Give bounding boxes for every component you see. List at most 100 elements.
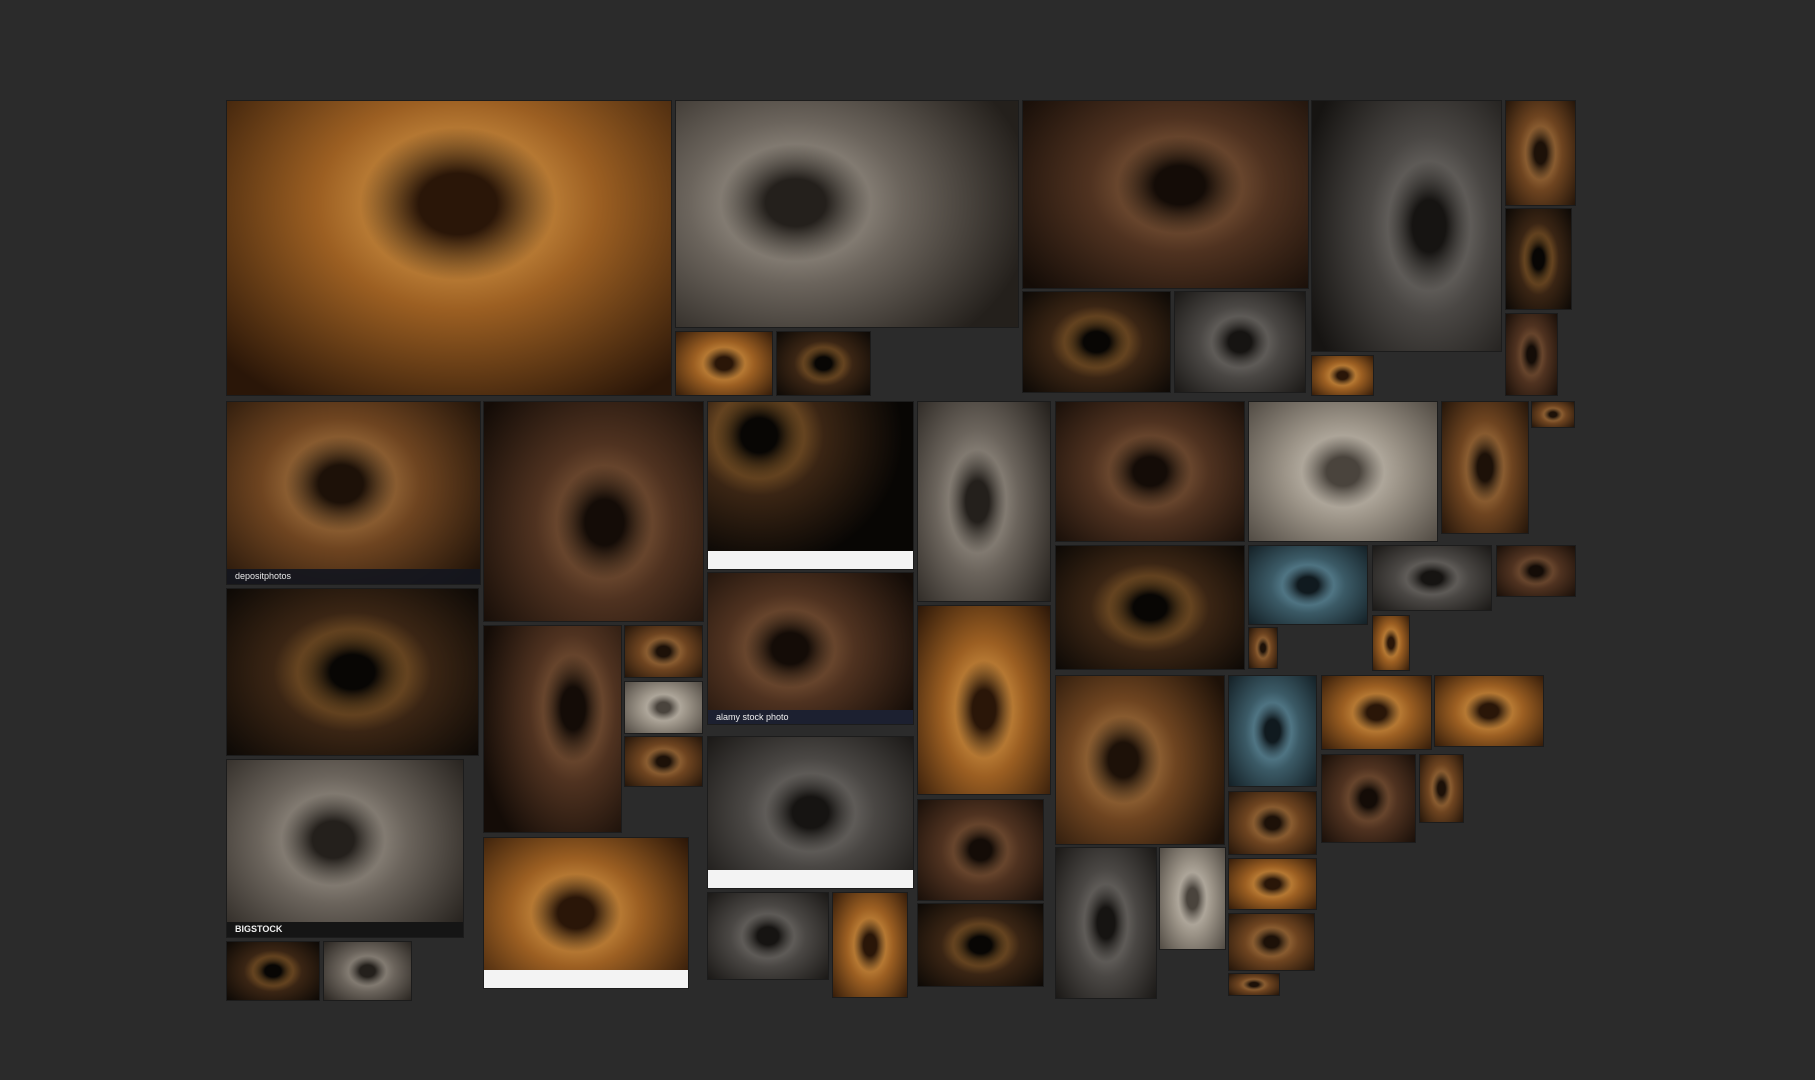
tunnel-photo (1420, 755, 1463, 822)
tunnel-photo (484, 626, 621, 832)
reference-image-tunnel[interactable] (1496, 545, 1576, 597)
stock-watermark-strip (708, 551, 913, 569)
reference-image-rail-cart-tunnel[interactable] (483, 837, 689, 989)
reference-image-tunnel[interactable] (1321, 754, 1416, 843)
tunnel-photo (833, 893, 907, 997)
reference-image-tunnel[interactable] (776, 331, 871, 396)
reference-image-tunnel[interactable] (1311, 355, 1374, 396)
reference-image-tunnel[interactable] (624, 625, 703, 678)
reference-image-rail-tunnel[interactable] (675, 100, 1019, 328)
reference-image-tunnel[interactable] (917, 903, 1044, 987)
reference-image-twin-tunnels[interactable] (1055, 545, 1245, 670)
reference-image-tunnel[interactable] (1228, 858, 1317, 910)
reference-image-tunnel[interactable] (1228, 791, 1317, 855)
tunnel-photo (1373, 616, 1409, 670)
tunnel-photo (708, 402, 913, 569)
tunnel-photo (324, 942, 411, 1000)
tunnel-photo (227, 101, 671, 395)
tunnel-photo (1023, 292, 1170, 392)
tunnel-photo (708, 737, 913, 888)
reference-image-miners-corridor[interactable] (917, 605, 1051, 795)
tunnel-photo (676, 101, 1018, 327)
stock-watermark-strip (708, 870, 913, 888)
tunnel-photo (1312, 356, 1373, 395)
reference-image-tunnel[interactable] (1174, 291, 1306, 393)
tunnel-photo (227, 760, 463, 937)
reference-image-tunnel[interactable] (1228, 675, 1317, 787)
stock-caption-bigstock: BIGSTOCK (227, 922, 463, 937)
reference-image-tunnel[interactable] (1321, 675, 1432, 750)
reference-image-tunnel[interactable] (1505, 313, 1558, 396)
tunnel-photo (1322, 755, 1415, 842)
tunnel-photo (1229, 792, 1316, 854)
reference-image-timber-support[interactable] (1055, 675, 1225, 845)
tunnel-photo (918, 904, 1043, 986)
reference-image-tunnel[interactable] (226, 941, 320, 1001)
reference-image-tunnel[interactable] (323, 941, 412, 1001)
stock-watermark-strip (484, 970, 688, 988)
reference-image-tunnel[interactable] (624, 681, 703, 734)
tunnel-photo (1229, 914, 1314, 970)
reference-image-tunnel[interactable] (1531, 401, 1575, 428)
reference-image-lamp-tunnel[interactable] (707, 401, 914, 570)
reference-image-underground-room[interactable] (226, 588, 479, 756)
reference-image-tunnel[interactable] (1159, 847, 1226, 950)
reference-image-tunnel[interactable] (1505, 208, 1572, 310)
tunnel-photo (1322, 676, 1431, 749)
reference-image-tunnel[interactable] (917, 799, 1044, 901)
tunnel-photo (1229, 676, 1316, 786)
reference-image-tunnel[interactable] (624, 736, 703, 787)
reference-image-tunnel[interactable] (1372, 615, 1410, 671)
reference-image-tunnel[interactable] (917, 401, 1051, 602)
reference-image-tunnel[interactable] (1228, 973, 1280, 996)
reference-image-tunnel[interactable] (1248, 545, 1368, 625)
tunnel-photo (625, 626, 702, 677)
reference-image-tunnel[interactable] (1055, 847, 1157, 999)
reference-image-timber-portal[interactable] (483, 401, 704, 622)
reference-image-tunnel[interactable] (1419, 754, 1464, 823)
tunnel-photo (1023, 101, 1308, 288)
tunnel-photo (1249, 402, 1437, 541)
tunnel-photo (918, 402, 1050, 601)
tunnel-photo (1249, 546, 1367, 624)
stock-caption-alamy: alamy stock photo (708, 710, 913, 724)
tunnel-photo (1175, 292, 1305, 392)
reference-image-tunnel[interactable] (1248, 627, 1278, 669)
reference-image-timber-adit[interactable]: BIGSTOCK (226, 759, 464, 938)
tunnel-photo (625, 682, 702, 733)
mood-board-canvas: depositphotos alamy stock photo BIGSTOCK (0, 0, 1815, 1080)
tunnel-photo (708, 573, 913, 724)
reference-image-tunnel[interactable] (1434, 675, 1544, 747)
reference-image-tunnel[interactable] (707, 892, 829, 980)
reference-image-timber-corridor[interactable] (1441, 401, 1529, 534)
tunnel-photo (227, 402, 480, 584)
tunnel-photo (227, 589, 478, 755)
tunnel-photo (1249, 628, 1277, 668)
reference-image-light-tunnel[interactable] (226, 100, 672, 396)
reference-image-tunnel[interactable] (675, 331, 773, 396)
reference-image-tunnel[interactable] (832, 892, 908, 998)
tunnel-photo (1373, 546, 1491, 610)
tunnel-photo (1056, 546, 1244, 669)
reference-image-pipe-tunnel[interactable]: alamy stock photo (707, 572, 914, 725)
reference-image-tunnel[interactable] (1505, 100, 1576, 206)
reference-image-tunnel[interactable] (1228, 913, 1315, 971)
tunnel-photo (1435, 676, 1543, 746)
tunnel-photo (777, 332, 870, 395)
reference-image-rock-tunnel[interactable] (707, 736, 914, 889)
reference-image-rock-face[interactable] (1055, 401, 1245, 542)
reference-image-mine-cart[interactable]: depositphotos (226, 401, 481, 585)
tunnel-photo (1497, 546, 1575, 596)
tunnel-photo (918, 606, 1050, 794)
tunnel-photo (625, 737, 702, 786)
reference-image-tunnel[interactable] (1372, 545, 1492, 611)
tunnel-photo (708, 893, 828, 979)
tunnel-photo (1532, 402, 1574, 427)
reference-image-curved-tunnel[interactable] (1311, 100, 1502, 352)
reference-image-tunnel[interactable] (1022, 291, 1171, 393)
reference-image-white-tunnel[interactable] (1248, 401, 1438, 542)
reference-image-timbered-shaft[interactable] (1022, 100, 1309, 289)
tunnel-photo (1506, 101, 1575, 205)
stock-caption-depositphotos: depositphotos (227, 569, 480, 584)
reference-image-arched-tunnel[interactable] (483, 625, 622, 833)
